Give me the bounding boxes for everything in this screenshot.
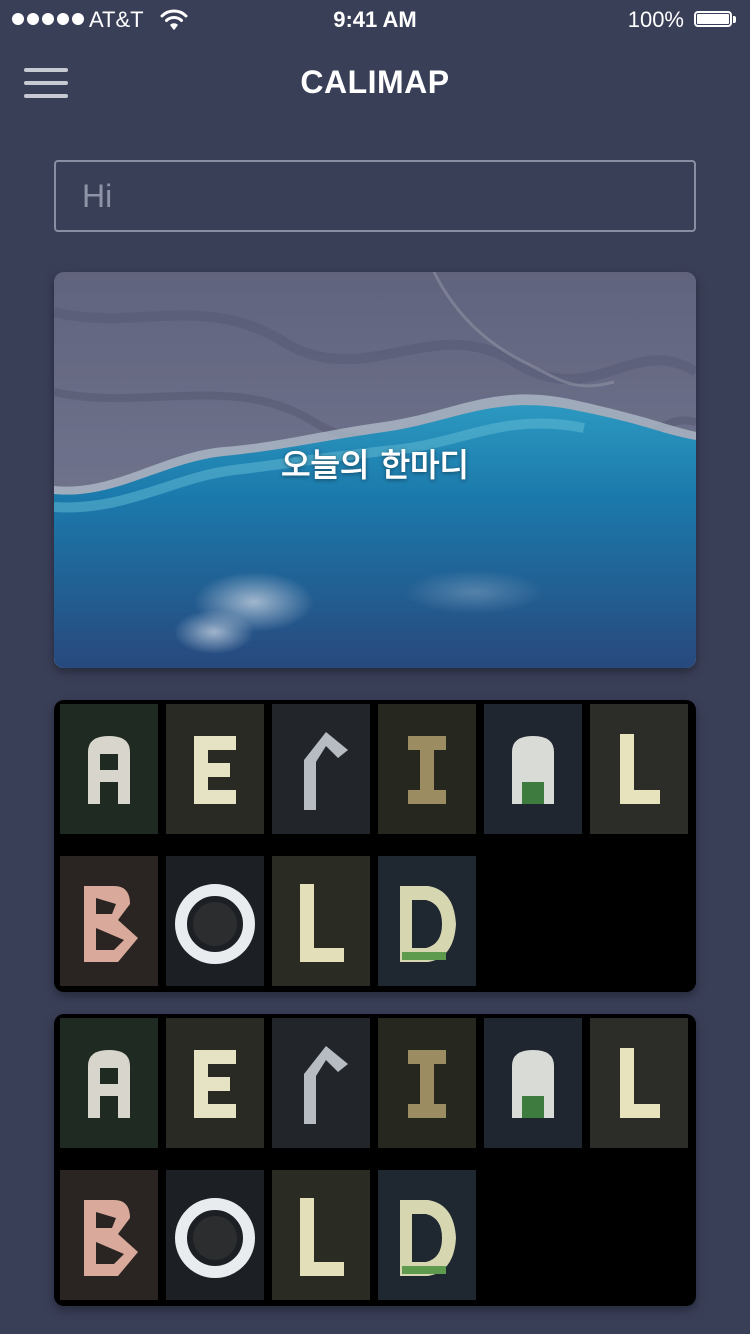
page-title: CALIMAP [300, 64, 450, 100]
aerial-bold-card[interactable] [54, 700, 696, 992]
search-input[interactable] [54, 160, 696, 232]
hero-caption: 오늘의 한마디 [281, 446, 469, 484]
battery-percentage: 100% [627, 7, 684, 32]
status-bar: AT&T 9:41 AM 100% [0, 0, 750, 40]
aerial-bold-letters-image [60, 1018, 688, 1300]
aerial-bold-letters-image [60, 704, 688, 986]
hero-card[interactable]: 오늘의 한마디 [54, 272, 696, 668]
aerial-bold-card[interactable] [54, 1014, 696, 1306]
battery-icon [694, 11, 738, 29]
